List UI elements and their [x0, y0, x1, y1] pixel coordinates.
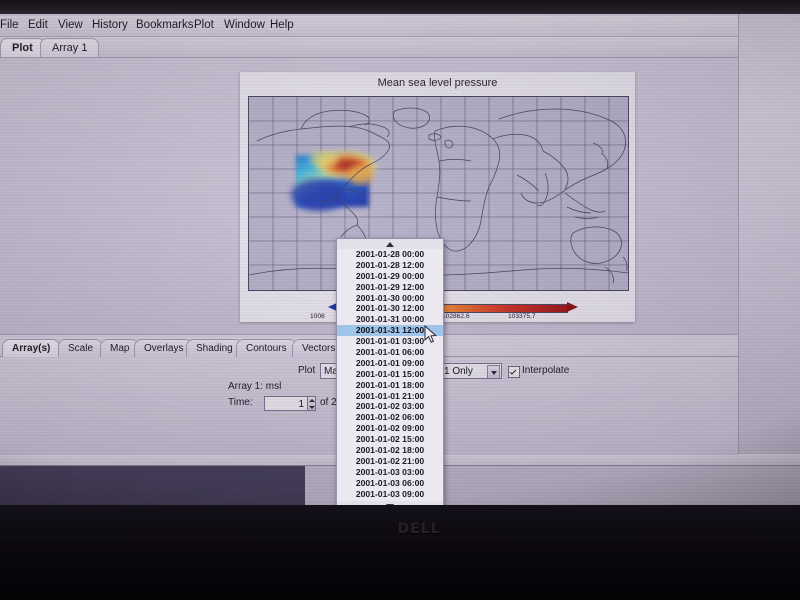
dropdown-scroll-down[interactable] [337, 501, 443, 505]
dropdown-scroll-up[interactable] [337, 239, 443, 249]
dropdown-item[interactable]: 2001-01-31 00:00 [337, 314, 443, 325]
time-dropdown-list[interactable]: 2001-01-28 00:002001-01-28 12:002001-01-… [336, 238, 444, 505]
dropdown-item[interactable]: 2001-01-02 18:00 [337, 445, 443, 456]
plot-type-label: Plot [298, 365, 315, 376]
array-1-label: Array 1: msl [228, 381, 281, 392]
menu-view[interactable]: View [58, 19, 83, 31]
dropdown-item[interactable]: 2001-01-03 06:00 [337, 478, 443, 489]
colorbar-tick-3: 103375.7 [508, 313, 536, 320]
menu-history[interactable]: History [92, 19, 128, 31]
plot-title: Mean sea level pressure [240, 77, 635, 89]
dropdown-items: 2001-01-28 00:002001-01-28 12:002001-01-… [337, 249, 443, 505]
menu-window[interactable]: Window [224, 19, 265, 31]
dropdown-item[interactable]: 2001-01-28 00:00 [337, 249, 443, 260]
monitor-screen: msl in ecmwf_era_atms_2001_01 File Edit … [0, 14, 800, 505]
colorbar-high-arrow-icon [567, 302, 578, 312]
menu-bar: File Edit View History Bookmarks Plot Wi… [0, 16, 738, 37]
monitor-photo: msl in ecmwf_era_atms_2001_01 File Edit … [0, 0, 800, 600]
tab-array-1[interactable]: Array 1 [40, 38, 99, 57]
menu-plot[interactable]: Plot [194, 19, 214, 31]
time-label: Time: [228, 397, 253, 408]
tab-arrays[interactable]: Array(s) [2, 339, 60, 357]
dropdown-item[interactable]: 2001-01-30 00:00 [337, 293, 443, 304]
dropdown-item[interactable]: 2001-01-02 09:00 [337, 423, 443, 434]
time-index-input[interactable]: 1 [264, 396, 308, 411]
tab-overlays[interactable]: Overlays [134, 339, 193, 357]
dropdown-item[interactable]: 2001-01-03 03:00 [337, 467, 443, 478]
menu-bookmarks[interactable]: Bookmarks [136, 19, 194, 31]
dropdown-item[interactable]: 2001-01-30 12:00 [337, 303, 443, 314]
dropdown-item[interactable]: 2001-01-01 09:00 [337, 358, 443, 369]
dropdown-item[interactable]: 2001-01-02 21:00 [337, 456, 443, 467]
dropdown-item[interactable]: 2001-01-02 15:00 [337, 434, 443, 445]
tab-scale[interactable]: Scale [58, 339, 103, 357]
menu-edit[interactable]: Edit [28, 19, 48, 31]
tab-shading[interactable]: Shading [186, 339, 243, 357]
dropdown-item[interactable]: 2001-01-02 03:00 [337, 401, 443, 412]
colorbar-tick-2: 102862.6 [442, 313, 470, 320]
interpolate-label: Interpolate [522, 365, 569, 376]
interpolate-checkbox[interactable] [508, 366, 520, 378]
desktop-dark-block [0, 466, 305, 505]
stepper-down-icon[interactable] [309, 406, 315, 409]
monitor-bezel-top [0, 0, 800, 14]
window-tab-strip: Plot Array 1 [0, 37, 738, 58]
dropdown-item[interactable]: 2001-01-28 12:00 [337, 260, 443, 271]
colorbar-left-value: 1008 [310, 313, 325, 320]
menu-file[interactable]: File [0, 19, 19, 31]
stepper-up-icon[interactable] [309, 399, 315, 402]
dropdown-item[interactable]: 2001-01-01 15:00 [337, 369, 443, 380]
menu-help[interactable]: Help [270, 19, 294, 31]
dropdown-item[interactable]: 2001-01-01 18:00 [337, 380, 443, 391]
dropdown-item[interactable]: 2001-01-01 06:00 [337, 347, 443, 358]
tab-contours[interactable]: Contours [236, 339, 297, 357]
time-stepper[interactable] [307, 396, 316, 411]
dropdown-item[interactable]: 2001-01-29 00:00 [337, 271, 443, 282]
dropdown-item[interactable]: 2001-01-01 21:00 [337, 391, 443, 402]
tab-plot[interactable]: Plot [0, 38, 45, 57]
monitor-bezel-bottom [0, 505, 800, 600]
dropdown-item[interactable]: 2001-01-03 09:00 [337, 489, 443, 500]
dropdown-item[interactable]: 2001-01-29 12:00 [337, 282, 443, 293]
dropdown-item[interactable]: 2001-01-02 06:00 [337, 412, 443, 423]
chevron-down-icon[interactable] [487, 365, 500, 379]
dell-logo: DELL [389, 521, 449, 537]
mouse-cursor-icon [424, 325, 437, 344]
